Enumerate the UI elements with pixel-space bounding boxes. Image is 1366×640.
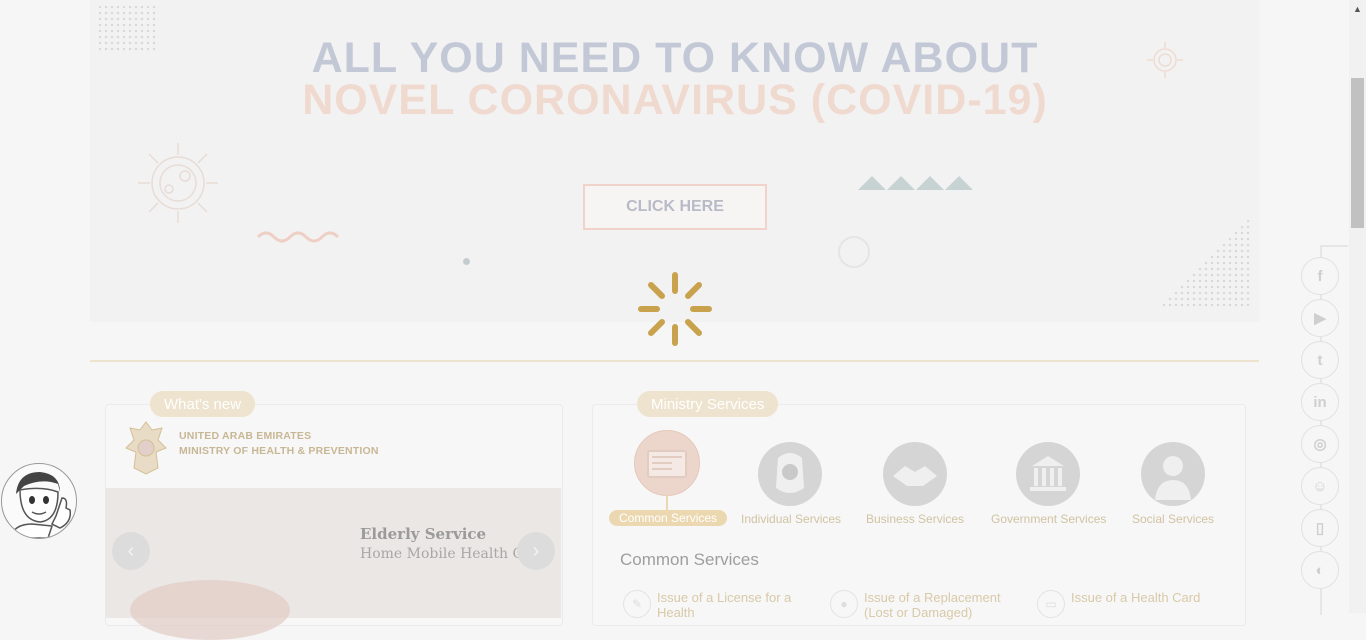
person-icon (776, 453, 804, 493)
facebook-icon[interactable]: f (1301, 257, 1339, 295)
slide-image (130, 580, 290, 640)
hero-title-line2: NOVEL CORONAVIRUS (COVID-19) (302, 76, 1048, 124)
decor-dot (463, 258, 470, 265)
chatbot-avatar[interactable] (1, 463, 77, 539)
decor-wave (256, 231, 340, 243)
tab-ministry-services[interactable]: Ministry Services (637, 391, 779, 417)
uae-emblem-icon (125, 421, 167, 475)
service-category-business[interactable] (883, 442, 947, 506)
service-category-individual[interactable] (758, 442, 822, 506)
replacement-icon: ● (830, 590, 858, 618)
social-rail-cap (1320, 245, 1348, 247)
doctor-icon (1155, 456, 1191, 500)
carousel-prev-button[interactable]: ‹ (112, 532, 150, 570)
mobile-app-icon[interactable]: ▯ (1301, 509, 1339, 547)
instagram-icon[interactable]: ◎ (1301, 425, 1339, 463)
youtube-icon[interactable]: ▶ (1301, 299, 1339, 337)
health-card-icon: ▭ (1037, 590, 1065, 618)
chevron-right-icon: › (532, 539, 540, 562)
loading-spinner-icon (638, 272, 712, 346)
slide-title: Elderly Service (360, 525, 487, 543)
decor-ring (838, 236, 870, 268)
building-icon (1030, 456, 1066, 491)
service-label-social[interactable]: Social Services (1132, 512, 1214, 526)
license-icon: ✎ (623, 590, 651, 618)
tab-whats-new[interactable]: What's new (150, 391, 256, 417)
document-icon (647, 450, 687, 478)
decor-triangles (858, 176, 973, 190)
service-item[interactable]: ● Issue of a Replacement (Lost or Damage… (830, 590, 1010, 620)
service-label-government[interactable]: Government Services (991, 512, 1106, 526)
section-heading: Common Services (620, 550, 759, 569)
virus-icon (138, 143, 218, 223)
carousel-next-button[interactable]: › (517, 532, 555, 570)
accessibility-icon[interactable]: ◐ (1301, 551, 1339, 589)
service-item[interactable]: ▭ Issue of a Health Card (1037, 590, 1227, 618)
service-category-government[interactable] (1016, 442, 1080, 506)
section-divider (90, 360, 1259, 362)
assistant-character-icon (9, 472, 72, 538)
linkedin-icon[interactable]: in (1301, 383, 1339, 421)
chevron-left-icon: ‹ (127, 539, 135, 562)
service-label-business[interactable]: Business Services (866, 512, 964, 526)
handshake-icon (893, 466, 937, 486)
service-category-social[interactable] (1141, 442, 1205, 506)
service-category-common[interactable] (634, 430, 700, 496)
click-here-button[interactable]: CLICK HERE (583, 184, 767, 230)
ministry-name: UNITED ARAB EMIRATES MINISTRY OF HEALTH … (179, 430, 379, 457)
service-item[interactable]: ✎ Issue of a License for a Health (623, 590, 803, 620)
scroll-up-arrow-icon[interactable]: ▲ (1349, 0, 1366, 17)
twitter-icon[interactable]: t (1301, 341, 1339, 379)
scrollbar-thumb[interactable] (1351, 78, 1364, 228)
service-label-common[interactable]: Common Services (609, 510, 728, 526)
happiness-meter-icon[interactable]: ☺ (1301, 467, 1339, 505)
service-label-individual[interactable]: Individual Services (741, 512, 841, 526)
